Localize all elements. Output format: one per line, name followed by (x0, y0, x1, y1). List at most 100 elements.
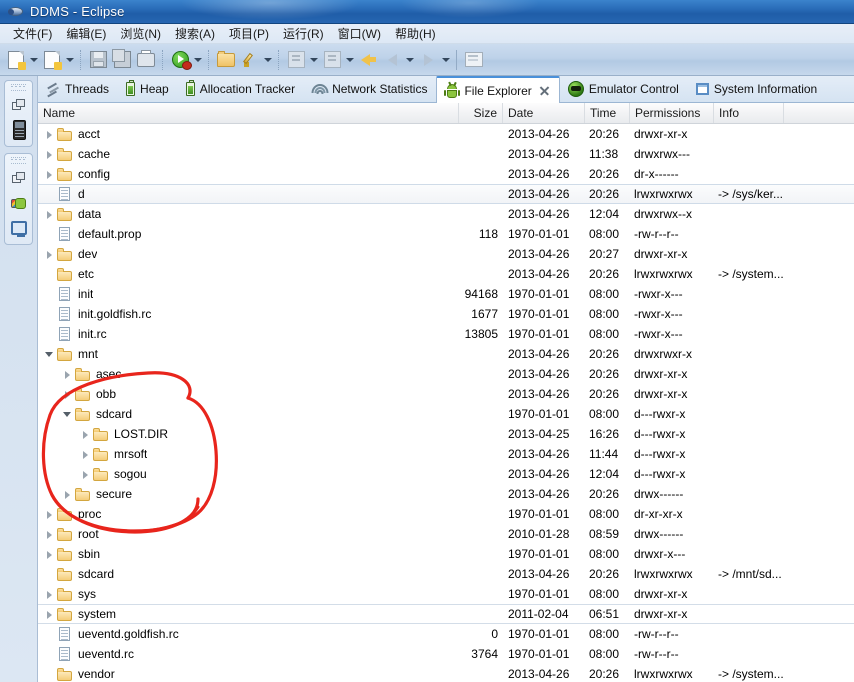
column-header-info[interactable]: Info (714, 103, 784, 123)
menu-run[interactable]: 运行(R) (276, 23, 331, 44)
edit-button[interactable] (239, 49, 261, 71)
save-button[interactable] (87, 49, 109, 71)
table-row[interactable]: sys1970-01-0108:00drwxr-xr-x (38, 584, 854, 604)
expand-arrow-right-icon[interactable] (44, 249, 55, 260)
table-row[interactable]: ueventd.goldfish.rc01970-01-0108:00-rw-r… (38, 624, 854, 644)
expand-arrow-right-icon[interactable] (80, 429, 91, 440)
expand-arrow-right-icon[interactable] (44, 209, 55, 220)
expand-arrow-right-icon[interactable] (62, 489, 73, 500)
tab-allocation-tracker[interactable]: Allocation Tracker (178, 76, 304, 102)
tab-threads[interactable]: Threads (38, 76, 118, 102)
column-header-time[interactable]: Time (585, 103, 630, 123)
column-header-permissions[interactable]: Permissions (630, 103, 714, 123)
table-row[interactable]: cache2013-04-2611:38drwxrwx--- (38, 144, 854, 164)
new-button[interactable] (5, 49, 27, 71)
expand-arrow-right-icon[interactable] (44, 549, 55, 560)
table-row[interactable]: init.goldfish.rc16771970-01-0108:00-rwxr… (38, 304, 854, 324)
expand-arrow-down-icon[interactable] (62, 409, 73, 420)
external-tools-button[interactable] (285, 49, 307, 71)
expand-arrow-right-icon[interactable] (44, 129, 55, 140)
open-folder-button[interactable] (215, 49, 237, 71)
close-icon[interactable] (539, 85, 550, 96)
table-row[interactable]: etc2013-04-2620:26lrwxrwxrwx-> /system..… (38, 264, 854, 284)
table-row[interactable]: mrsoft2013-04-2611:44d---rwxr-x (38, 444, 854, 464)
table-row[interactable]: ueventd.rc37641970-01-0108:00-rw-r--r-- (38, 644, 854, 664)
menu-search[interactable]: 搜索(A) (168, 23, 222, 44)
tab-system-information[interactable]: System Information (688, 76, 826, 102)
table-row[interactable]: vendor2013-04-2620:26lrwxrwxrwx-> /syste… (38, 664, 854, 682)
new-wizard-dropdown[interactable] (64, 49, 76, 71)
menu-help[interactable]: 帮助(H) (388, 23, 443, 44)
table-row[interactable]: mnt2013-04-2620:26drwxrwxr-x (38, 344, 854, 364)
column-header-size[interactable]: Size (459, 103, 503, 123)
column-header-name[interactable]: Name (38, 103, 459, 123)
tab-file-explorer[interactable]: File Explorer (436, 76, 559, 103)
column-header-date[interactable]: Date (503, 103, 585, 123)
table-row[interactable]: acct2013-04-2620:26drwxr-xr-x (38, 124, 854, 144)
table-row[interactable]: data2013-04-2612:04drwxrwx--x (38, 204, 854, 224)
console-view-button[interactable] (5, 216, 33, 240)
table-row[interactable]: system2011-02-0406:51drwxr-xr-x (38, 604, 854, 624)
perspective-switch-button-2[interactable] (5, 166, 33, 190)
expand-arrow-right-icon[interactable] (44, 169, 55, 180)
save-all-button[interactable] (111, 49, 133, 71)
menu-window[interactable]: 窗口(W) (331, 23, 388, 44)
menu-file[interactable]: 文件(F) (6, 23, 59, 44)
navigate-back-dropdown[interactable] (404, 49, 416, 71)
table-row[interactable]: config2013-04-2620:26dr-x------ (38, 164, 854, 184)
table-row[interactable]: sdcard2013-04-2620:26lrwxrwxrwx-> /mnt/s… (38, 564, 854, 584)
table-row[interactable]: LOST.DIR2013-04-2516:26d---rwxr-x (38, 424, 854, 444)
table-row[interactable]: obb2013-04-2620:26drwxr-xr-x (38, 384, 854, 404)
ddms-view-button[interactable] (5, 191, 33, 215)
expand-arrow-right-icon[interactable] (44, 609, 55, 620)
expand-arrow-right-icon[interactable] (62, 369, 73, 380)
tab-heap[interactable]: Heap (118, 76, 178, 102)
navigate-forward-button[interactable] (417, 49, 439, 71)
menu-navigate[interactable]: 浏览(N) (113, 23, 168, 44)
expand-arrow-right-icon[interactable] (44, 589, 55, 600)
table-row[interactable]: init.rc138051970-01-0108:00-rwxr-x--- (38, 324, 854, 344)
stack-grip[interactable] (11, 157, 26, 164)
table-row[interactable]: init941681970-01-0108:00-rwxr-x--- (38, 284, 854, 304)
table-row[interactable]: root2010-01-2808:59drwx------ (38, 524, 854, 544)
table-row[interactable]: sogou2013-04-2612:04d---rwxr-x (38, 464, 854, 484)
expand-arrow-right-icon[interactable] (80, 449, 91, 460)
navigate-forward-dropdown[interactable] (440, 49, 452, 71)
table-row[interactable]: default.prop1181970-01-0108:00-rw-r--r-- (38, 224, 854, 244)
table-row[interactable]: d2013-04-2620:26lrwxrwxrwx-> /sys/ker... (38, 184, 854, 204)
new-dropdown[interactable] (28, 49, 40, 71)
next-annotation-button[interactable] (321, 49, 343, 71)
devices-view-button[interactable] (5, 118, 33, 142)
tab-network-statistics[interactable]: Network Statistics (304, 76, 436, 102)
back-history-button[interactable] (357, 49, 379, 71)
external-tools-dropdown[interactable] (308, 49, 320, 71)
next-annotation-dropdown[interactable] (344, 49, 356, 71)
file-name-label: vendor (78, 667, 115, 681)
table-row[interactable]: dev2013-04-2620:27drwxr-xr-x (38, 244, 854, 264)
run-button[interactable] (169, 49, 191, 71)
menu-edit[interactable]: 编辑(E) (59, 23, 113, 44)
table-row[interactable]: proc1970-01-0108:00dr-xr-xr-x (38, 504, 854, 524)
new-wizard-button[interactable] (41, 49, 63, 71)
expand-arrow-right-icon[interactable] (62, 389, 73, 400)
expand-arrow-right-icon[interactable] (44, 529, 55, 540)
twisty-spacer (44, 669, 55, 680)
cell-permissions: drwx------ (630, 487, 714, 501)
expand-arrow-right-icon[interactable] (80, 469, 91, 480)
edit-dropdown[interactable] (262, 49, 274, 71)
expand-arrow-down-icon[interactable] (44, 349, 55, 360)
menu-project[interactable]: 项目(P) (222, 23, 276, 44)
navigate-back-button[interactable] (381, 49, 403, 71)
run-dropdown[interactable] (192, 49, 204, 71)
tab-emulator-control[interactable]: Emulator Control (560, 76, 688, 102)
open-perspective-button[interactable] (463, 49, 485, 71)
table-row[interactable]: asec2013-04-2620:26drwxr-xr-x (38, 364, 854, 384)
stack-grip[interactable] (11, 84, 26, 91)
expand-arrow-right-icon[interactable] (44, 149, 55, 160)
print-button[interactable] (135, 49, 157, 71)
expand-arrow-right-icon[interactable] (44, 509, 55, 520)
table-row[interactable]: sbin1970-01-0108:00drwxr-x--- (38, 544, 854, 564)
table-row[interactable]: secure2013-04-2620:26drwx------ (38, 484, 854, 504)
perspective-switch-button[interactable] (5, 93, 33, 117)
table-row[interactable]: sdcard1970-01-0108:00d---rwxr-x (38, 404, 854, 424)
